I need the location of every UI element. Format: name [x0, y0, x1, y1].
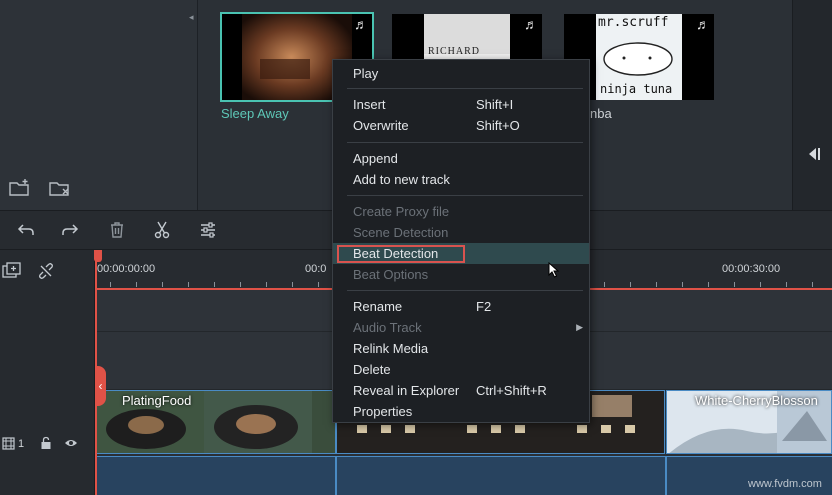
- thumbnail-label: Sleep Away: [221, 106, 289, 121]
- menu-item-play[interactable]: Play: [333, 63, 589, 84]
- context-menu: Play Insert Shift+I Overwrite Shift+O Appe…: [332, 59, 590, 423]
- menu-item-rename[interactable]: Rename F2: [333, 296, 589, 317]
- menu-item-audio-track: Audio Track ▶: [333, 317, 589, 338]
- album-cover-text-bottom: ninja tuna: [600, 82, 673, 96]
- collapse-sidebar-icon[interactable]: ◂: [189, 12, 194, 23]
- menu-item-append[interactable]: Append: [333, 148, 589, 169]
- menu-item-create-proxy-file: Create Proxy file: [353, 204, 450, 219]
- menu-item-properties[interactable]: Properties: [333, 401, 589, 422]
- menu-shortcut: F2: [476, 299, 492, 314]
- watermark: www.fvdm.com: [748, 478, 822, 490]
- ruler-tick: [734, 282, 735, 287]
- mouse-cursor-icon: [548, 262, 560, 278]
- trash-icon[interactable]: [107, 220, 127, 240]
- ruler-tick: [604, 282, 605, 287]
- ruler-tick: [266, 282, 267, 287]
- menu-item-reveal-in-explorer[interactable]: Reveal in Explorer Ctrl+Shift+R: [333, 380, 589, 401]
- audio-note-icon: ♬: [354, 16, 368, 32]
- audio-clip-divider: [335, 456, 337, 495]
- menu-item-insert[interactable]: Insert Shift+I: [333, 94, 589, 115]
- clip-name: PlatingFood: [122, 393, 192, 408]
- album-cover-text: RICHARD: [428, 46, 481, 57]
- menu-item-delete[interactable]: Delete: [333, 359, 589, 380]
- menu-shortcut: Shift+I: [476, 97, 514, 112]
- ruler-tick: [812, 282, 813, 287]
- undo-icon[interactable]: [16, 220, 36, 240]
- ruler-tick: [656, 282, 657, 287]
- menu-separator: [347, 142, 583, 143]
- menu-item-scene-detection: Scene Detection: [353, 225, 449, 240]
- track-number: 1: [18, 438, 25, 450]
- track-headers: [0, 250, 95, 495]
- ruler-tick: [240, 282, 241, 287]
- ruler-tick: [708, 282, 709, 287]
- clip-name: White-CherryBlosson: [695, 393, 818, 408]
- ruler-tick: [110, 282, 111, 287]
- ruler-tick: [682, 282, 683, 287]
- ruler-tick: [136, 282, 137, 287]
- playhead-handle[interactable]: [94, 250, 102, 262]
- ruler-tick: [188, 282, 189, 287]
- adjust-sliders-icon[interactable]: [198, 220, 218, 240]
- thumbnail-label: nba: [590, 106, 612, 121]
- eye-icon[interactable]: [64, 436, 78, 450]
- audio-note-icon: ♬: [524, 16, 538, 32]
- menu-shortcut: Shift+O: [476, 118, 520, 133]
- new-folder-icon[interactable]: [8, 178, 32, 198]
- video-clip-white-cherry-blossom[interactable]: White-CherryBlosson: [666, 390, 832, 454]
- delete-folder-icon[interactable]: [48, 178, 72, 198]
- menu-separator: [347, 195, 583, 196]
- timecode-label: 00:00:00:00: [97, 263, 156, 275]
- scissors-icon[interactable]: [152, 220, 172, 240]
- unlink-icon[interactable]: [37, 262, 55, 280]
- audio-track[interactable]: [95, 456, 832, 495]
- playhead-grab-handle[interactable]: ‹: [95, 366, 106, 406]
- panel-toggle-icon[interactable]: [806, 146, 822, 162]
- audio-note-icon: ♬: [696, 16, 710, 32]
- ruler-tick: [630, 282, 631, 287]
- audio-clip-divider: [665, 456, 667, 495]
- library-right-panel: [792, 0, 832, 210]
- timecode-label: 00:0: [305, 263, 327, 275]
- ruler-tick: [214, 282, 215, 287]
- menu-shortcut: Ctrl+Shift+R: [476, 383, 547, 398]
- video-track-icon: [2, 437, 15, 450]
- menu-item-relink-media[interactable]: Relink Media: [333, 338, 589, 359]
- submenu-arrow-icon: ▶: [576, 322, 583, 332]
- album-cover-text-top: mr.scruff: [598, 15, 669, 30]
- ruler-tick: [318, 282, 319, 287]
- add-track-icon[interactable]: [2, 262, 22, 280]
- menu-separator: [347, 290, 583, 291]
- ruler-tick: [162, 282, 163, 287]
- redo-icon[interactable]: [60, 220, 80, 240]
- timecode-label: 00:00:30:00: [722, 263, 781, 275]
- menu-item-add-to-new-track[interactable]: Add to new track: [333, 169, 589, 190]
- video-clip-platingfood[interactable]: PlatingFood: [95, 390, 336, 454]
- ruler-tick: [786, 282, 787, 287]
- ruler-tick: [292, 282, 293, 287]
- ruler-tick: [760, 282, 761, 287]
- lock-icon[interactable]: [39, 436, 53, 450]
- menu-item-beat-detection[interactable]: Beat Detection: [333, 243, 589, 264]
- menu-separator: [347, 88, 583, 89]
- menu-item-overwrite[interactable]: Overwrite Shift+O: [333, 115, 589, 136]
